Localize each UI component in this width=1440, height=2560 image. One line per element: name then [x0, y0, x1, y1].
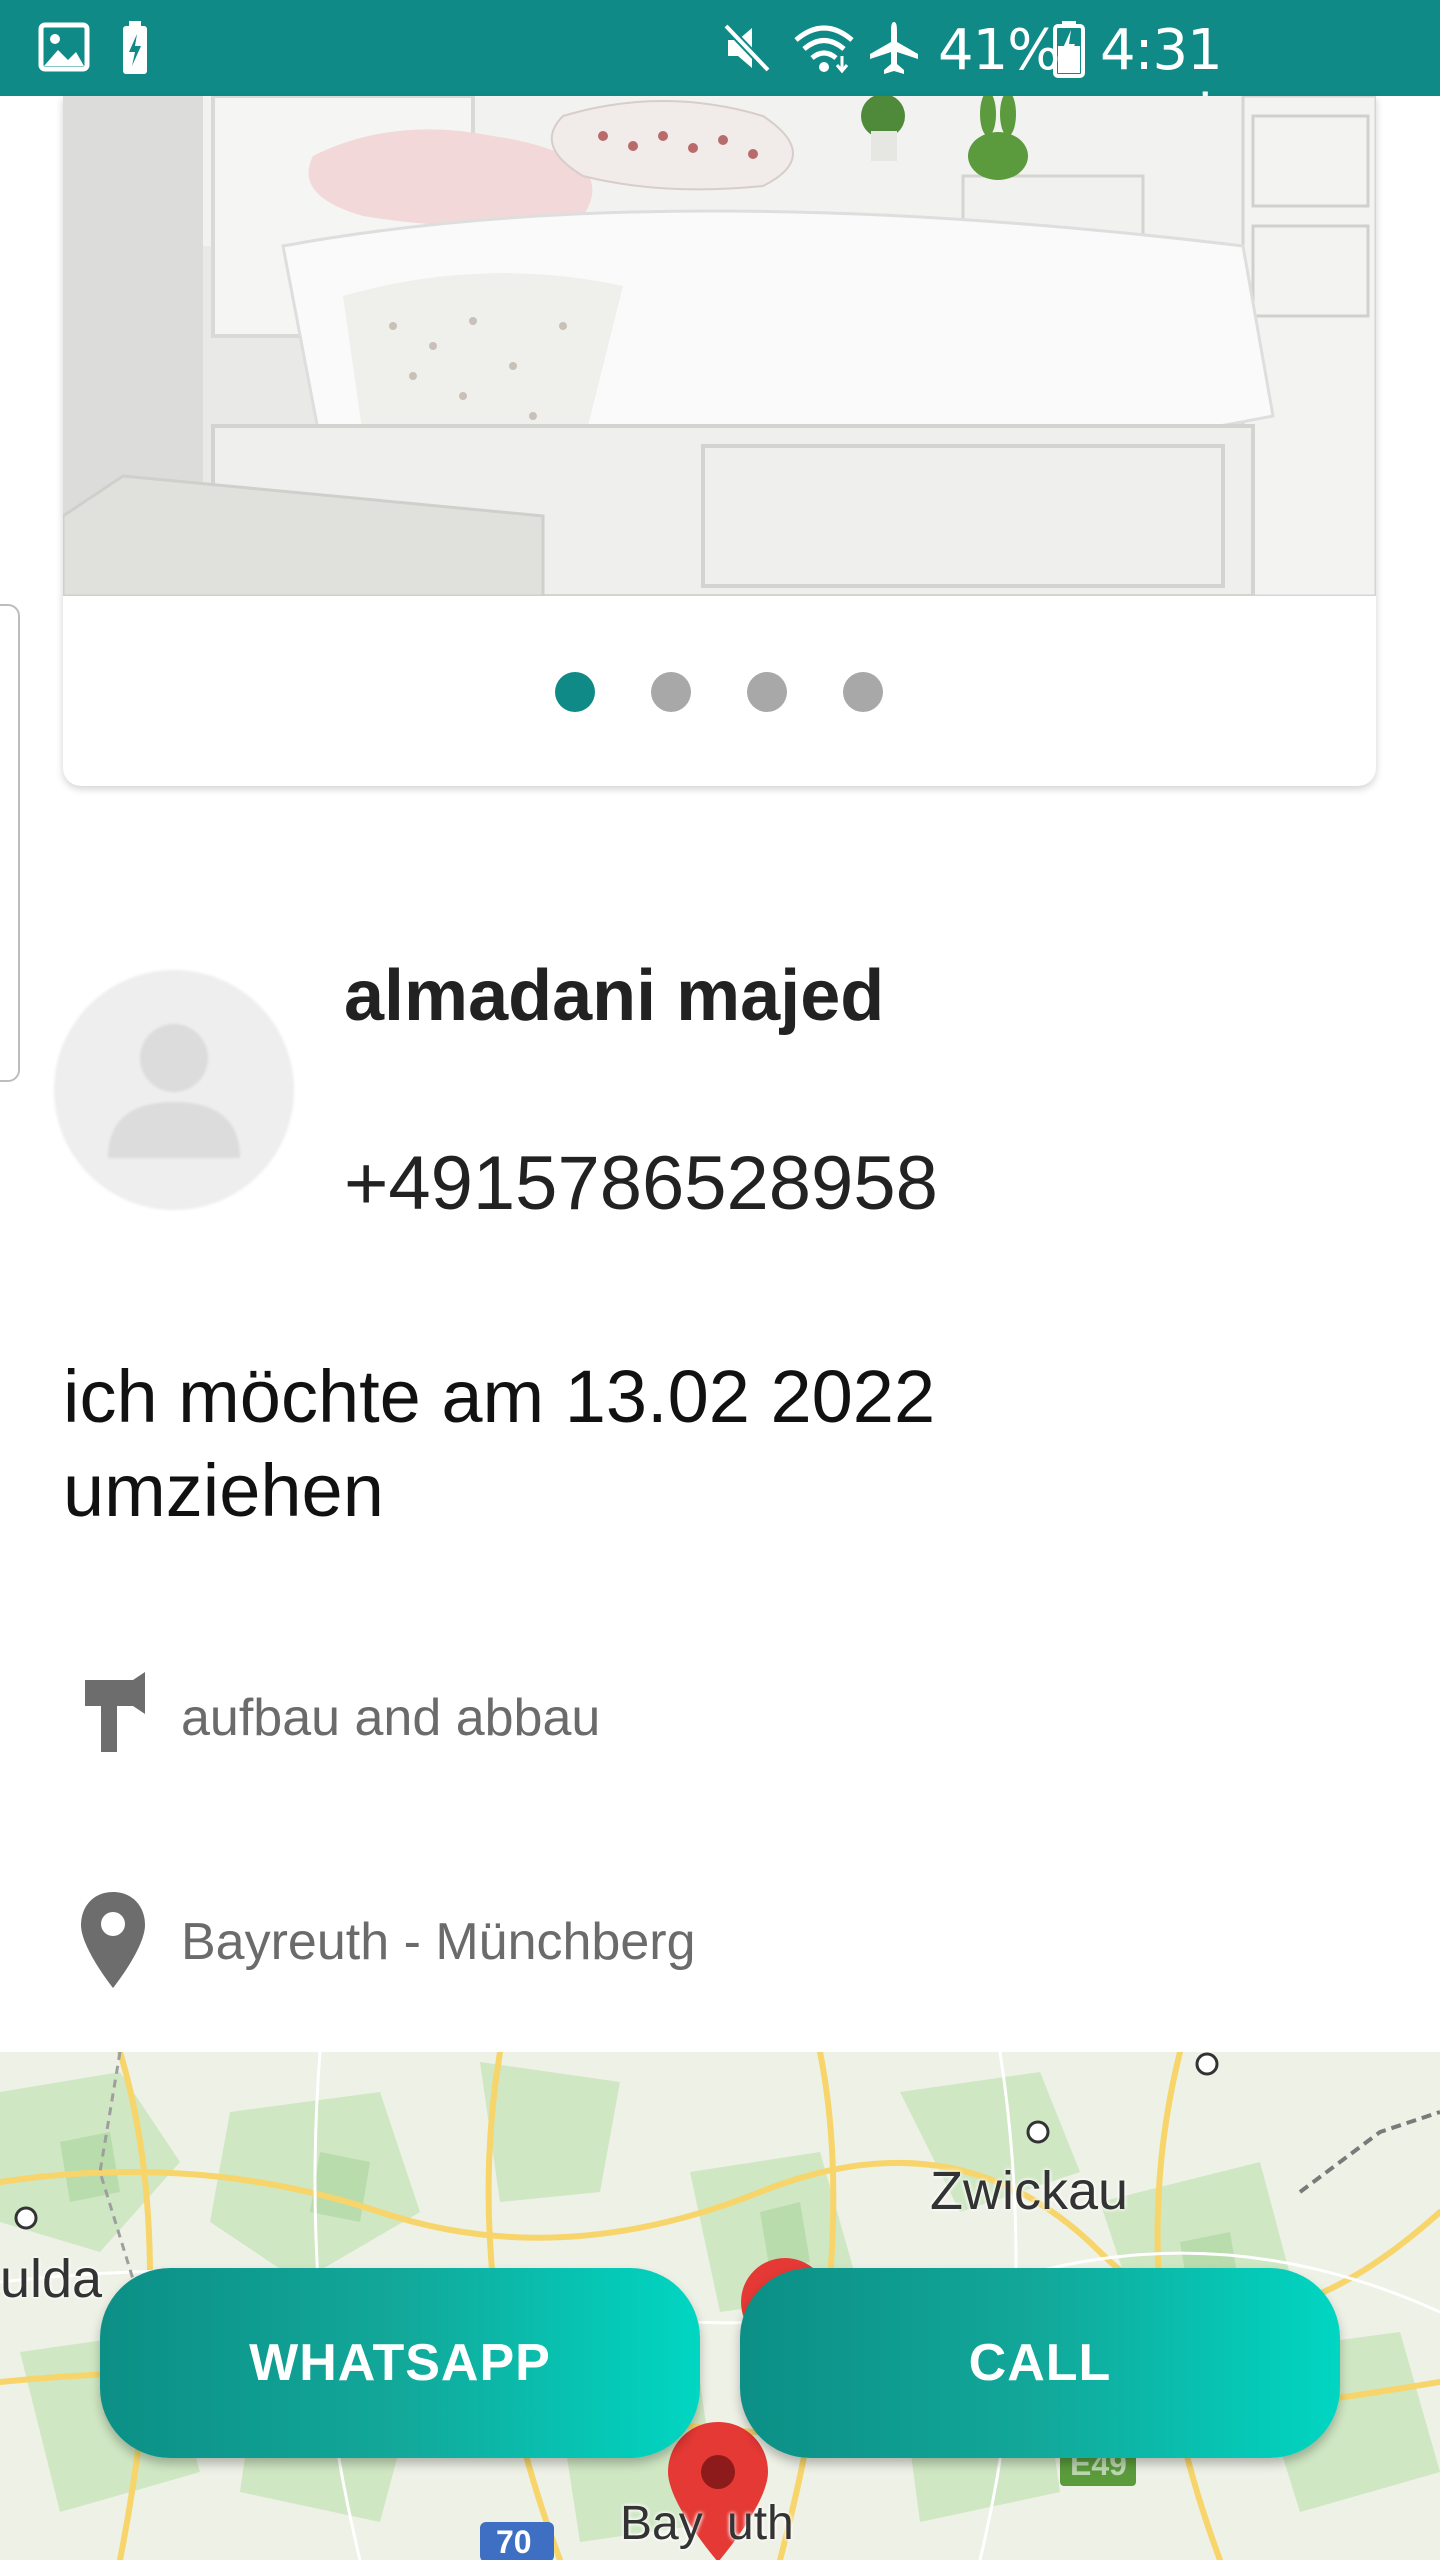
location-pin-icon: [81, 1892, 145, 1988]
battery-icon: [1053, 21, 1085, 78]
map-label-zwickau: Zwickau: [930, 2161, 1129, 2221]
map-label-bayreuth-right: uth: [727, 2497, 794, 2550]
service-label: aufbau and abbau: [181, 1689, 601, 1747]
gallery-dot-2[interactable]: [651, 672, 691, 712]
image-icon: [38, 22, 90, 72]
highway-shield-label: 70: [496, 2524, 532, 2560]
map-label-fulda: ulda: [0, 2249, 103, 2309]
user-name: almadani majed: [344, 956, 885, 1036]
request-message: ich möchte am 13.02 2022 umziehen: [63, 1355, 936, 1532]
avatar: [54, 970, 294, 1210]
battery-percent: 41%: [938, 18, 1060, 83]
gallery-dot-3[interactable]: [747, 672, 787, 712]
mute-icon: [723, 23, 771, 73]
hammer-icon: [85, 1672, 145, 1752]
image-gallery-card: [63, 96, 1376, 786]
status-bar: 41% 4:31 nachm.: [0, 0, 1440, 148]
route-label: Bayreuth - Münchberg: [181, 1913, 696, 1971]
person-icon: [108, 1024, 240, 1158]
gallery-dot-4[interactable]: [843, 672, 883, 712]
battery-saver-icon: [123, 21, 147, 74]
whatsapp-button[interactable]: WHATSAPP: [100, 2268, 700, 2458]
map-label-bayreuth-left: Bay: [620, 2497, 703, 2550]
call-button[interactable]: CALL: [740, 2268, 1340, 2458]
bed-photo[interactable]: [63, 96, 1376, 596]
wifi-icon: [794, 25, 854, 74]
gallery-dot-1[interactable]: [555, 672, 595, 712]
side-drawer-handle[interactable]: [0, 604, 20, 1082]
phone-number: +4915786528958: [344, 1141, 938, 1226]
airplane-icon: [870, 22, 918, 74]
